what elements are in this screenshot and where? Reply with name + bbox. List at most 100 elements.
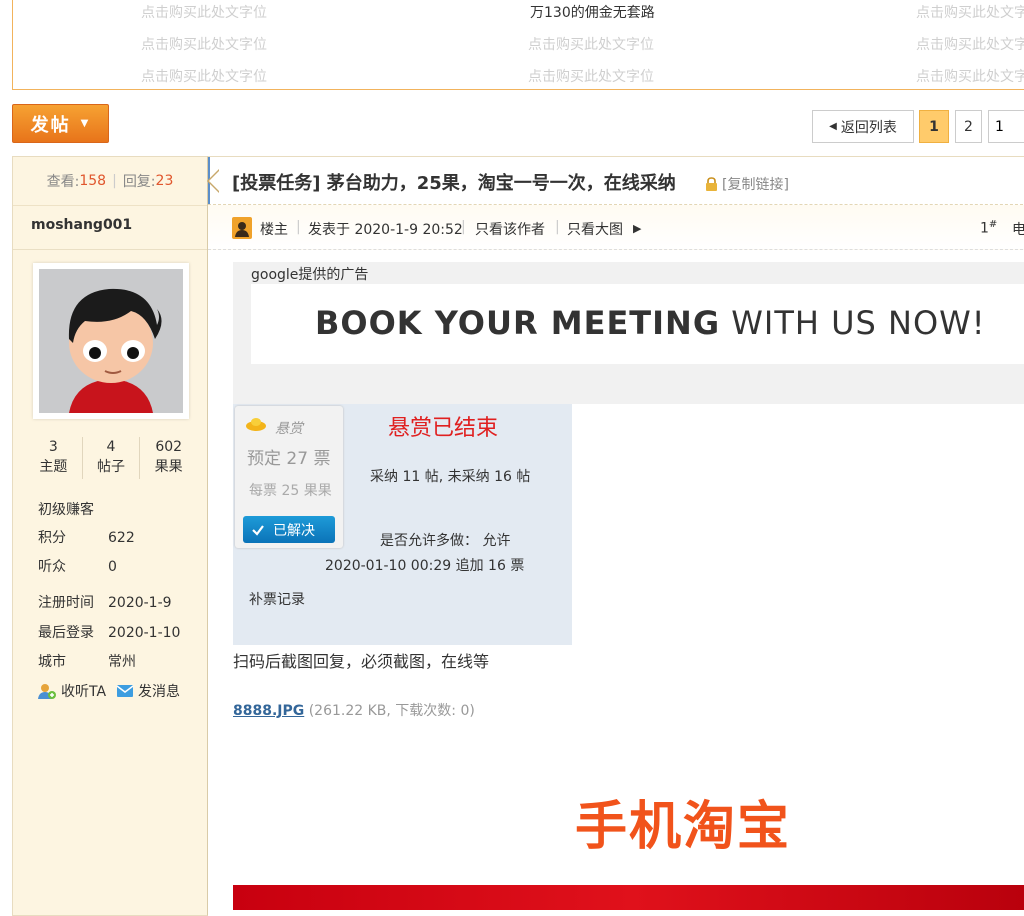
- author-username[interactable]: moshang001: [31, 217, 132, 233]
- count-label: 果果: [154, 459, 183, 475]
- supplement-link[interactable]: 补票记录: [249, 589, 305, 609]
- author-counts: 3 主题 4 帖子 602 果果: [25, 437, 197, 479]
- register-label: 注册时间: [38, 595, 94, 611]
- ad-link[interactable]: 点击购买此处文字位: [141, 34, 267, 54]
- floor-value: 1: [980, 220, 989, 237]
- chevron-right-icon: ▶: [633, 222, 642, 235]
- more-link[interactable]: 电: [1012, 219, 1024, 239]
- last-login-value: 2020-1-10: [108, 625, 181, 641]
- ad-link[interactable]: 点击购买此处文字位: [141, 66, 267, 86]
- attachment-info: (261.22 KB, 下载次数: 0): [304, 703, 475, 719]
- owner-icon: [232, 217, 252, 239]
- reward-card: 悬赏 预定 27 票 每票 25 果果 已解决: [235, 406, 343, 548]
- ad-text-bold: BOOK YOUR MEETING: [315, 304, 721, 342]
- follow-label: 收听TA: [61, 684, 107, 700]
- last-login-row: 最后登录 2020-1-10: [38, 622, 180, 642]
- count-label: 主题: [39, 459, 68, 475]
- lock-icon: [706, 177, 717, 191]
- new-post-button[interactable]: 发帖 ▼: [12, 104, 109, 143]
- ad-link[interactable]: 点击购买此处文字位: [528, 34, 654, 54]
- ad-link[interactable]: 点击购买此处文字位: [916, 2, 1024, 22]
- post-meta: 楼主 | 发表于 2020-1-9 20:52 | 只看该作者 | 只看大图 ▶…: [208, 204, 1024, 250]
- follow-icon: [38, 684, 56, 699]
- posts-count[interactable]: 4 帖子: [83, 437, 141, 479]
- register-value: 2020-1-9: [108, 595, 172, 611]
- allow-multiple: 是否允许多做： 允许: [380, 533, 511, 549]
- back-to-list-button[interactable]: ◀ 返回列表: [812, 110, 914, 143]
- city-label: 城市: [38, 654, 66, 670]
- topics-count[interactable]: 3 主题: [25, 437, 83, 479]
- city-value: 常州: [108, 654, 136, 670]
- register-row: 注册时间 2020-1-9: [38, 592, 172, 612]
- post-time: 发表于 2020-1-9 20:52: [308, 222, 463, 238]
- replies-count: 23: [155, 173, 174, 189]
- copy-link-button[interactable]: [复制链接]: [722, 174, 789, 194]
- points-value: 622: [108, 530, 135, 546]
- pointer-arrow-inner: [209, 171, 219, 191]
- reward-per-vote: 每票 25 果果: [249, 483, 332, 499]
- divider: |: [296, 219, 301, 235]
- check-icon: [252, 524, 264, 536]
- new-post-label: 发帖: [30, 114, 71, 136]
- replies-label: 回复:: [122, 174, 156, 190]
- count-value: 4: [106, 439, 116, 455]
- page-link[interactable]: 2: [955, 110, 982, 143]
- avatar[interactable]: [33, 263, 189, 419]
- views-label: 查看:: [46, 174, 80, 190]
- ad-link[interactable]: 点击购买此处文字位: [916, 66, 1024, 86]
- page-jump-input[interactable]: [988, 110, 1024, 143]
- post-body-text: 扫码后截图回复，必须截图，在线等: [233, 652, 490, 671]
- divider: |: [461, 219, 466, 235]
- last-login-label: 最后登录: [38, 625, 94, 641]
- ad-banner[interactable]: BOOK YOUR MEETING WITH US NOW!: [251, 284, 1024, 364]
- google-ad: google提供的广告 BOOK YOUR MEETING WITH US NO…: [233, 262, 1024, 404]
- thread-title: [投票任务] 茅台助力，25果，淘宝一号一次，在线采纳: [232, 173, 676, 194]
- views-count: 158: [79, 173, 107, 189]
- author-actions: 收听TA 发消息: [37, 681, 190, 701]
- reward-card-label: 悬赏: [275, 421, 303, 437]
- ad-link[interactable]: 点击购买此处文字位: [916, 34, 1024, 54]
- points-label: 积分: [38, 530, 66, 546]
- ad-text: BOOK YOUR MEETING WITH US NOW!: [315, 304, 986, 342]
- attachment: 8888.JPG (261.22 KB, 下载次数: 0): [233, 700, 475, 720]
- gold-ingot-icon: [246, 418, 266, 431]
- ad-link[interactable]: 万130的佣金无套路: [530, 2, 655, 22]
- reward-status: 悬赏已结束: [388, 416, 499, 441]
- floor-number[interactable]: 1#: [980, 219, 997, 237]
- thread-stats: 查看: 158 | 回复: 23: [13, 157, 207, 206]
- send-message-button[interactable]: 发消息: [116, 681, 180, 701]
- page-current[interactable]: 1: [919, 110, 949, 143]
- send-message-label: 发消息: [138, 684, 181, 700]
- owner-label: 楼主: [260, 222, 288, 238]
- listeners-value: 0: [108, 559, 117, 575]
- only-images-link[interactable]: 只看大图: [567, 219, 623, 239]
- envelope-icon: [116, 685, 134, 697]
- coins-count[interactable]: 602 果果: [140, 437, 197, 479]
- city-row: 城市 常州: [38, 651, 136, 671]
- taobao-logo: 手机淘宝: [575, 797, 792, 857]
- divider: |: [555, 219, 560, 235]
- count-value: 602: [155, 439, 183, 455]
- divider: [13, 249, 207, 250]
- reward-amount: 预定 27 票: [247, 449, 331, 469]
- count-label: 帖子: [97, 459, 125, 475]
- user-rank[interactable]: 初级赚客: [38, 499, 94, 519]
- attached-image[interactable]: [233, 885, 1024, 910]
- chevron-left-icon: ◀: [829, 121, 837, 132]
- reward-summary: 采纳 11 帖, 未采纳 16 帖: [370, 469, 531, 485]
- author-sidebar: 查看: 158 | 回复: 23 moshang001 3 主题 4 帖子 60…: [12, 156, 208, 916]
- listeners-label: 听众: [38, 559, 66, 575]
- follow-button[interactable]: 收听TA: [37, 681, 106, 701]
- ad-link[interactable]: 点击购买此处文字位: [528, 66, 654, 86]
- listeners-row: 听众 0: [38, 556, 117, 576]
- points-row: 积分 622: [38, 527, 135, 547]
- divider: |: [112, 173, 117, 189]
- reward-panel: 悬赏 预定 27 票 每票 25 果果 已解决 悬赏已结束 采纳 11 帖, 未…: [233, 404, 572, 645]
- only-author-link[interactable]: 只看该作者: [475, 219, 545, 239]
- thread-header: [投票任务] 茅台助力，25果，淘宝一号一次，在线采纳 [复制链接]: [207, 156, 1024, 205]
- back-to-list-label: 返回列表: [840, 119, 897, 136]
- count-value: 3: [48, 439, 58, 455]
- ad-link[interactable]: 点击购买此处文字位: [141, 2, 267, 22]
- attachment-link[interactable]: 8888.JPG: [233, 703, 304, 719]
- floor-mark: #: [988, 219, 998, 230]
